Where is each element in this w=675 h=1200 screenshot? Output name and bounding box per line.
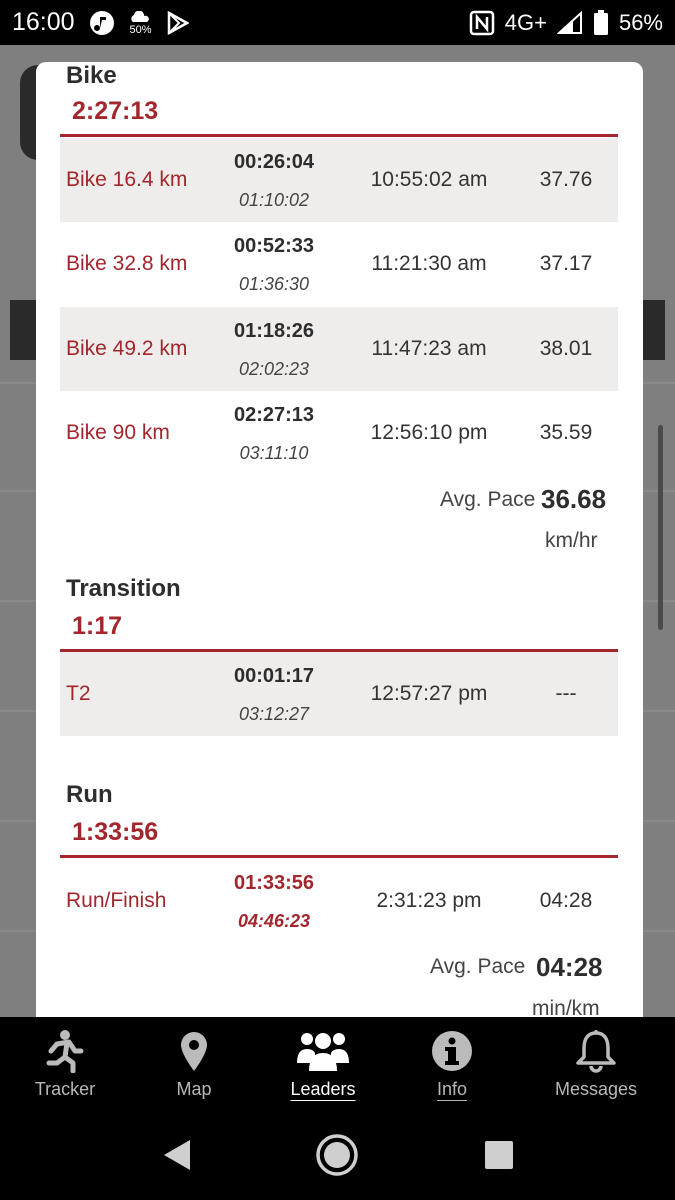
splits-modal: Bike 2:27:13 Bike 16.4 km 00:26:04 01:10… xyxy=(36,62,643,1017)
system-navigation-bar xyxy=(0,1113,675,1200)
map-pin-icon xyxy=(179,1027,209,1075)
transition-section-title: Transition xyxy=(66,575,181,602)
info-icon xyxy=(431,1027,473,1075)
background-tab-left xyxy=(10,300,38,360)
tab-label: Leaders xyxy=(290,1079,356,1099)
network-type: 4G+ xyxy=(504,9,547,35)
status-bar: 16:00 50% 4G+ 56% xyxy=(0,0,675,45)
clock-time: 12:57:27 pm xyxy=(370,682,488,705)
clock-time: 11:21:30 am xyxy=(371,252,487,275)
split-name: Run/Finish xyxy=(66,889,167,912)
run-section-title: Run xyxy=(66,781,113,808)
table-row[interactable]: Bike 49.2 km 01:18:26 02:02:23 11:47:23 … xyxy=(60,307,618,391)
table-row[interactable]: Bike 90 km 02:27:13 03:11:10 12:56:10 pm… xyxy=(60,391,618,475)
tab-label: Map xyxy=(176,1079,212,1099)
split-pace: 37.17 xyxy=(539,252,593,275)
split-time: 01:18:26 xyxy=(233,320,315,342)
split-pace: 37.76 xyxy=(539,168,593,191)
split-name: Bike 16.4 km xyxy=(66,168,188,191)
group-icon xyxy=(297,1027,349,1075)
table-row[interactable]: Run/Finish 01:33:56 04:46:23 2:31:23 pm … xyxy=(60,859,618,943)
table-row[interactable]: Bike 32.8 km 00:52:33 01:36:30 11:21:30 … xyxy=(60,222,618,306)
tab-leaders[interactable]: Leaders xyxy=(280,1017,366,1113)
cumulative-time: 02:02:23 xyxy=(238,359,310,379)
play-store-icon xyxy=(167,10,189,35)
split-time: 01:33:56 xyxy=(233,872,315,894)
runner-icon xyxy=(45,1027,85,1075)
run-avg-pace-unit: min/km xyxy=(532,997,600,1017)
split-name: Bike 49.2 km xyxy=(66,337,188,360)
split-time: 00:52:33 xyxy=(233,235,315,257)
table-row[interactable]: T2 00:01:17 03:12:27 12:57:27 pm --- xyxy=(60,652,618,736)
back-icon[interactable] xyxy=(155,1133,199,1177)
background-tab-right xyxy=(640,300,665,360)
split-time: 02:27:13 xyxy=(233,404,315,426)
split-time: 00:01:17 xyxy=(233,665,315,687)
recents-icon[interactable] xyxy=(477,1133,521,1177)
tab-tracker[interactable]: Tracker xyxy=(20,1017,110,1113)
clock-time: 11:47:23 am xyxy=(371,337,487,360)
status-time: 16:00 xyxy=(12,8,75,36)
tab-label: Info xyxy=(436,1079,468,1099)
transition-section-total: 1:17 xyxy=(72,612,123,640)
run-section-rule xyxy=(60,855,618,858)
bike-avg-pace-value: 36.68 xyxy=(541,484,607,514)
signal-icon xyxy=(556,10,583,35)
split-pace: --- xyxy=(555,682,577,705)
split-time: 00:26:04 xyxy=(233,151,315,173)
bike-section-total: 2:27:13 xyxy=(72,97,159,125)
clock-time: 10:55:02 am xyxy=(370,168,488,191)
run-avg-pace-value: 04:28 xyxy=(536,952,603,982)
run-section-total: 1:33:56 xyxy=(72,818,159,846)
split-name: Bike 32.8 km xyxy=(66,252,188,275)
split-name: Bike 90 km xyxy=(66,421,170,444)
scrollbar[interactable] xyxy=(658,425,663,630)
tab-messages[interactable]: Messages xyxy=(548,1017,644,1113)
cumulative-time: 03:11:10 xyxy=(239,443,309,463)
bottom-tab-bar: Tracker Map Leaders Info Messages xyxy=(0,1017,675,1113)
cumulative-time: 01:36:30 xyxy=(238,274,310,294)
tab-label: Messages xyxy=(554,1079,638,1099)
clock-time: 2:31:23 pm xyxy=(376,889,482,912)
cumulative-time: 03:12:27 xyxy=(238,704,310,724)
bike-section-title: Bike xyxy=(66,62,117,89)
bike-avg-pace-unit: km/hr xyxy=(545,529,598,552)
music-note-icon xyxy=(89,10,115,36)
clock-time: 12:56:10 pm xyxy=(370,421,488,444)
weather-icon: 50% xyxy=(129,9,153,36)
cumulative-time: 01:10:02 xyxy=(238,190,310,210)
bell-icon xyxy=(574,1027,618,1075)
home-icon[interactable] xyxy=(315,1133,359,1177)
nfc-icon xyxy=(469,10,495,36)
split-name: T2 xyxy=(66,682,91,705)
weather-percent: 50% xyxy=(129,23,152,36)
tab-label: Tracker xyxy=(34,1079,96,1099)
battery-icon xyxy=(593,9,609,36)
bike-section-rule xyxy=(60,134,618,137)
split-pace: 35.59 xyxy=(539,421,593,444)
tab-info[interactable]: Info xyxy=(412,1017,492,1113)
cumulative-time: 04:46:23 xyxy=(237,911,311,931)
run-avg-pace-label: Avg. Pace xyxy=(430,955,526,978)
bike-avg-pace-label: Avg. Pace xyxy=(440,488,536,511)
table-row[interactable]: Bike 16.4 km 00:26:04 01:10:02 10:55:02 … xyxy=(60,138,618,222)
tab-map[interactable]: Map xyxy=(152,1017,236,1113)
battery-percent: 56% xyxy=(618,9,663,35)
split-pace: 04:28 xyxy=(539,889,593,912)
split-pace: 38.01 xyxy=(539,337,593,360)
